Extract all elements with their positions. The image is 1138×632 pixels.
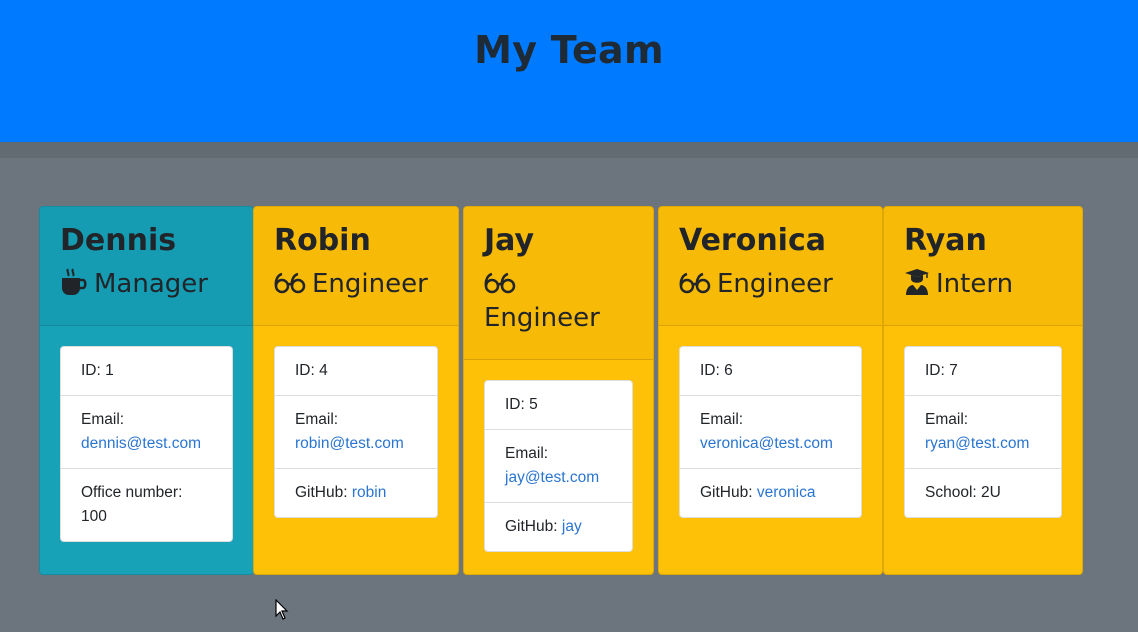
coffee-icon xyxy=(62,268,87,295)
employee-role: Engineer xyxy=(679,267,862,301)
github-row: GitHub: robin xyxy=(275,469,437,517)
email-link[interactable]: dennis@test.com xyxy=(81,435,201,452)
github-label: GitHub: xyxy=(295,484,348,501)
glasses-icon xyxy=(484,272,516,294)
github-link[interactable]: jay xyxy=(562,518,582,535)
email-label: Email: xyxy=(295,411,339,428)
employee-email-row: Email: jay@test.com xyxy=(485,430,632,503)
email-link[interactable]: jay@test.com xyxy=(505,469,599,486)
school-label: School: xyxy=(925,484,977,501)
employee-id: ID: 6 xyxy=(680,347,861,396)
glasses-icon xyxy=(679,272,711,294)
employee-email-row: Email: dennis@test.com xyxy=(61,396,232,469)
employee-role: Intern xyxy=(904,267,1062,301)
employee-name: Ryan xyxy=(904,223,987,258)
card-header: Ryan Intern xyxy=(884,207,1082,326)
github-link[interactable]: robin xyxy=(352,484,386,501)
email-label: Email: xyxy=(81,411,125,428)
employee-name: Robin xyxy=(274,223,371,258)
github-row: GitHub: veronica xyxy=(680,469,861,517)
employee-card-engineer: Jay Engineer ID: 5 Email: jay@test.com G… xyxy=(463,206,654,575)
graduate-icon xyxy=(905,269,929,295)
card-header: Robin Engineer xyxy=(254,207,458,326)
github-link[interactable]: veronica xyxy=(757,484,816,501)
employee-role: Engineer xyxy=(484,267,633,335)
github-row: GitHub: jay xyxy=(485,503,632,551)
role-label: Engineer xyxy=(312,269,428,299)
employee-name: Veronica xyxy=(679,223,826,258)
page-title: My Team xyxy=(474,28,664,72)
role-label: Engineer xyxy=(484,303,600,333)
glasses-icon xyxy=(274,272,306,294)
card-header: Veronica Engineer xyxy=(659,207,882,326)
employee-email-row: Email: robin@test.com xyxy=(275,396,437,469)
email-label: Email: xyxy=(505,445,549,462)
role-label: Manager xyxy=(94,269,208,299)
employee-id: ID: 7 xyxy=(905,347,1061,396)
info-list: ID: 7 Email: ryan@test.com School: 2U xyxy=(904,346,1062,518)
info-list: ID: 1 Email: dennis@test.com Office numb… xyxy=(60,346,233,542)
employee-id: ID: 4 xyxy=(275,347,437,396)
office-number-row: Office number: 100 xyxy=(61,469,232,541)
employee-name: Jay xyxy=(484,223,535,258)
employee-card-engineer: Robin Engineer ID: 4 Email: robin@test.c… xyxy=(253,206,459,575)
school-row: School: 2U xyxy=(905,469,1061,517)
employee-card-manager: Dennis Manager ID: 1 Email: dennis@test.… xyxy=(39,206,254,575)
email-link[interactable]: ryan@test.com xyxy=(925,435,1029,452)
email-link[interactable]: veronica@test.com xyxy=(700,435,833,452)
employee-name: Dennis xyxy=(60,223,177,258)
email-link[interactable]: robin@test.com xyxy=(295,435,404,452)
card-header: Dennis Manager xyxy=(40,207,253,326)
info-list: ID: 5 Email: jay@test.com GitHub: jay xyxy=(484,380,633,552)
office-number-label: Office number: xyxy=(81,484,183,501)
employee-card-intern: Ryan Intern ID: 7 Email: ryan@test.com S… xyxy=(883,206,1083,575)
employee-card-engineer: Veronica Engineer ID: 6 Email: veronica@… xyxy=(658,206,883,575)
employee-id: ID: 1 xyxy=(61,347,232,396)
employee-role: Engineer xyxy=(274,267,438,301)
info-list: ID: 4 Email: robin@test.com GitHub: robi… xyxy=(274,346,438,518)
email-label: Email: xyxy=(925,411,969,428)
page-header: My Team xyxy=(0,0,1138,142)
employee-email-row: Email: veronica@test.com xyxy=(680,396,861,469)
school-value: 2U xyxy=(981,484,1001,501)
employee-role: Manager xyxy=(60,267,233,301)
role-label: Intern xyxy=(936,269,1014,299)
github-label: GitHub: xyxy=(505,518,558,535)
role-label: Engineer xyxy=(717,269,833,299)
employee-email-row: Email: ryan@test.com xyxy=(905,396,1061,469)
card-header: Jay Engineer xyxy=(464,207,653,360)
header-divider xyxy=(0,142,1138,158)
mouse-cursor-icon xyxy=(275,599,289,620)
employee-id: ID: 5 xyxy=(485,381,632,430)
github-label: GitHub: xyxy=(700,484,753,501)
email-label: Email: xyxy=(700,411,744,428)
office-number-value: 100 xyxy=(81,508,107,525)
info-list: ID: 6 Email: veronica@test.com GitHub: v… xyxy=(679,346,862,518)
